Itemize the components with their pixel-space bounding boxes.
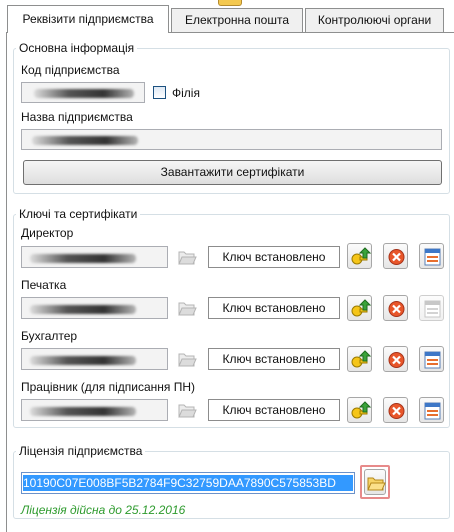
- stamp-key-status: Ключ встановлено: [208, 297, 340, 319]
- director-label: Директор: [21, 226, 74, 240]
- redacted-value: [32, 136, 138, 145]
- delete-key-icon[interactable]: [383, 295, 408, 321]
- branch-checkbox[interactable]: [153, 86, 166, 99]
- license-key-field[interactable]: 10190C07E008BF5B2784F9C32759DAA7890C5758…: [21, 472, 355, 494]
- install-key-icon[interactable]: [347, 346, 372, 372]
- redacted-value: [30, 305, 136, 314]
- accountant-key-field[interactable]: [21, 348, 168, 370]
- folder-icon: [218, 0, 242, 6]
- open-folder-icon[interactable]: [175, 398, 199, 422]
- license-legend: Ліцензія підприємства: [16, 444, 146, 458]
- tab-email[interactable]: Електронна пошта: [171, 8, 303, 32]
- stamp-label: Печатка: [21, 278, 67, 292]
- certificate-icon[interactable]: [419, 397, 444, 423]
- open-folder-icon[interactable]: [175, 296, 199, 320]
- company-name-field[interactable]: [21, 129, 442, 150]
- stamp-key-field[interactable]: [21, 297, 168, 319]
- employee-key-status: Ключ встановлено: [208, 399, 340, 421]
- redacted-value: [30, 407, 136, 416]
- install-key-icon[interactable]: [347, 397, 372, 423]
- tab-supervisory-bodies[interactable]: Контролюючі органи: [305, 8, 444, 32]
- redacted-value: [30, 356, 136, 365]
- delete-key-icon[interactable]: [383, 397, 408, 423]
- employee-key-field[interactable]: [21, 399, 168, 421]
- browse-license-folder-icon[interactable]: [364, 469, 386, 495]
- keys-legend: Ключі та сертифікати: [16, 207, 141, 221]
- accountant-key-status: Ключ встановлено: [208, 348, 340, 370]
- tab-company-details[interactable]: Реквізити підприємства: [7, 5, 169, 33]
- delete-key-icon[interactable]: [383, 346, 408, 372]
- open-folder-icon[interactable]: [175, 245, 199, 269]
- employee-label: Працівник (для підписання ПН): [21, 380, 196, 394]
- install-key-icon[interactable]: [347, 295, 372, 321]
- license-key-text: 10190C07E008BF5B2784F9C32759DAA7890C5758…: [23, 475, 353, 491]
- certificate-icon[interactable]: [419, 295, 444, 321]
- company-code-field[interactable]: [21, 82, 145, 103]
- director-key-field[interactable]: [21, 246, 168, 268]
- branch-label: Філія: [172, 86, 200, 100]
- accountant-label: Бухгалтер: [21, 329, 78, 343]
- company-name-label: Назва підприємства: [21, 110, 133, 124]
- license-validity-text: Ліцензія дійсна до 25.12.2016: [21, 503, 186, 517]
- open-folder-icon[interactable]: [175, 347, 199, 371]
- director-key-status: Ключ встановлено: [208, 246, 340, 268]
- basic-info-legend: Основна інформація: [16, 41, 138, 55]
- delete-key-icon[interactable]: [383, 243, 408, 269]
- redacted-value: [34, 89, 134, 98]
- certificate-icon[interactable]: [419, 346, 444, 372]
- install-key-icon[interactable]: [347, 243, 372, 269]
- company-code-label: Код підприємства: [21, 63, 120, 77]
- redacted-value: [30, 254, 136, 263]
- load-certificates-button[interactable]: Завантажити сертифікати: [23, 160, 442, 185]
- certificate-icon[interactable]: [419, 243, 444, 269]
